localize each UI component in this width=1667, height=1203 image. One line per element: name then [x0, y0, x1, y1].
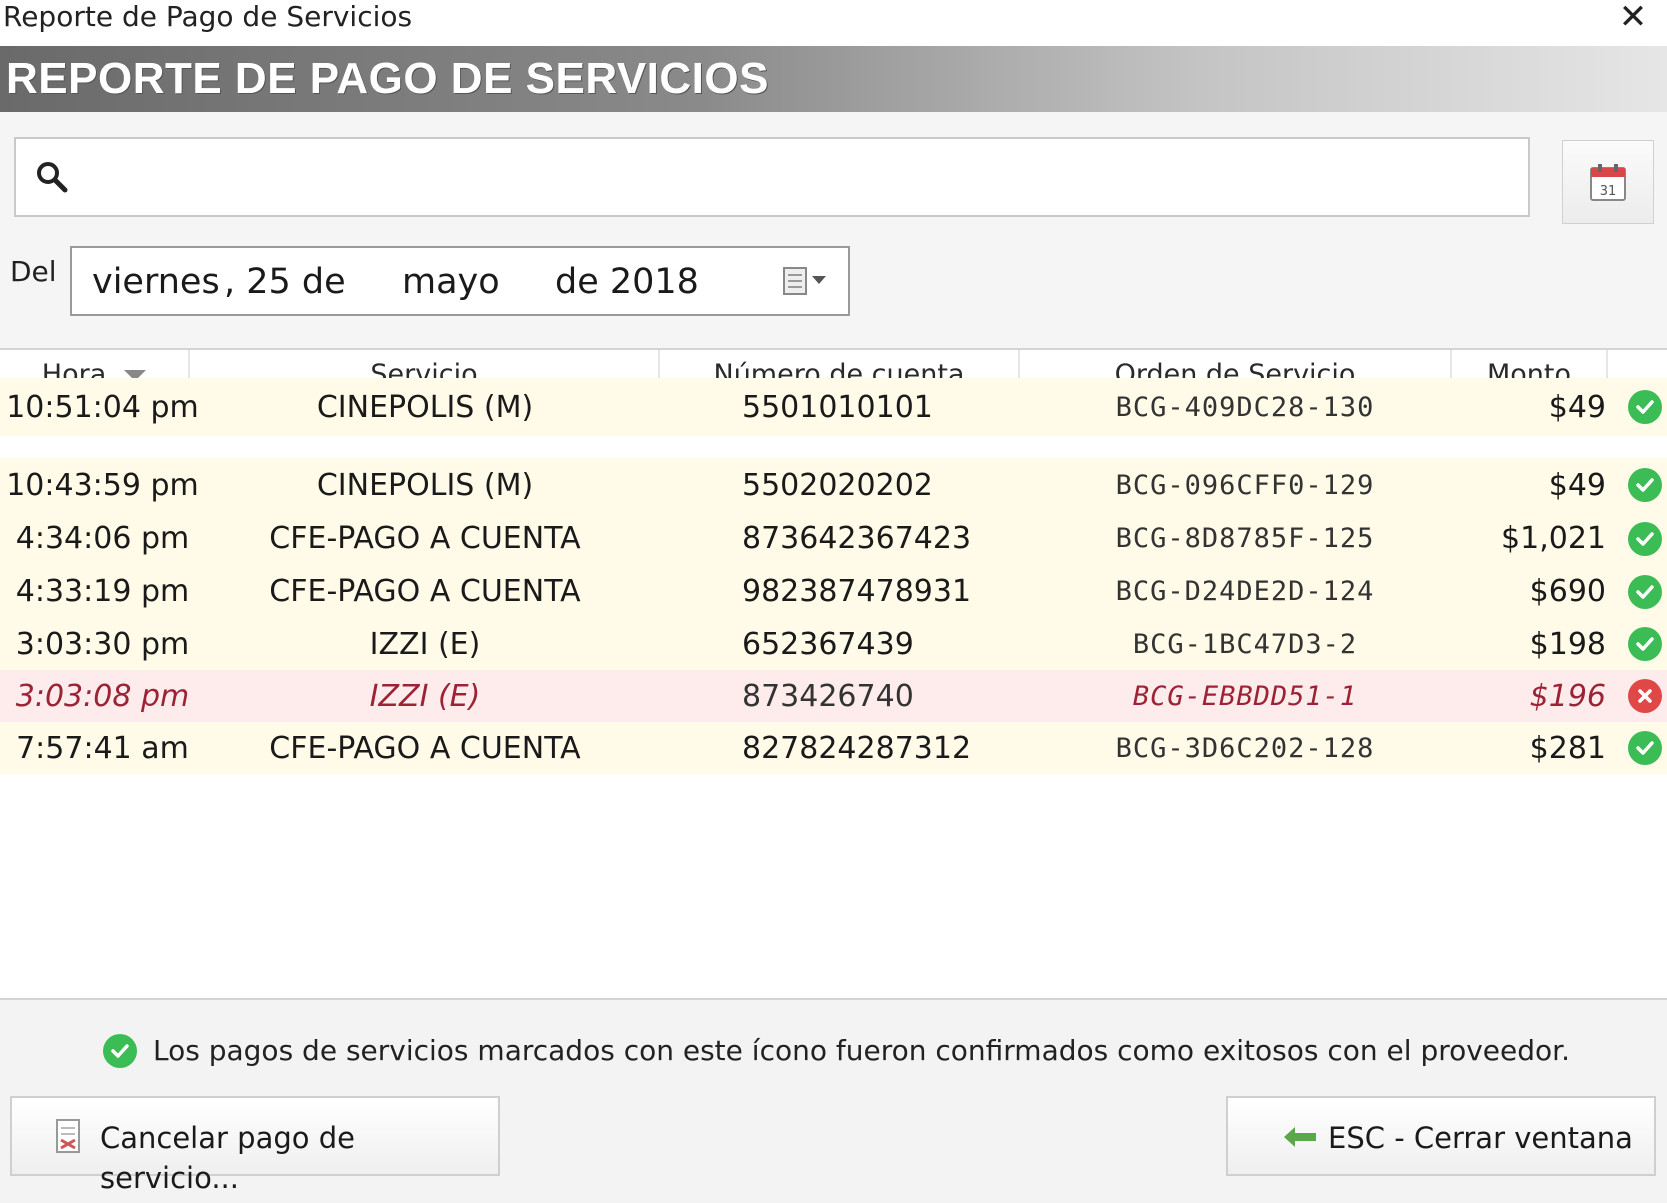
cell-cuenta: 982387478931: [742, 574, 972, 609]
cell-orden: BCG-096CFF0-129: [1115, 469, 1375, 501]
date-day[interactable]: , 25 de: [224, 260, 346, 304]
check-circle-icon: [103, 1034, 137, 1068]
cell-hora: 7:57:41 am: [16, 730, 189, 766]
close-window-button[interactable]: ESC - Cerrar ventana: [1226, 1096, 1656, 1176]
date-weekday[interactable]: viernes: [92, 260, 220, 304]
calendar-dropdown-icon[interactable]: [782, 262, 842, 302]
cell-servicio: CINEPOLIS (M): [316, 467, 534, 503]
cell-orden: BCG-D24DE2D-124: [1115, 576, 1375, 607]
cell-orden: BCG-EBBDD51-1: [1132, 680, 1358, 712]
report-title: REPORTE DE PAGO DE SERVICIOS: [6, 54, 769, 103]
cell-monto: $49: [1548, 389, 1606, 425]
filter-area: 31 Del viernes , 25 de mayo de 2018: [0, 112, 1667, 348]
cell-cuenta: 5502020202: [742, 467, 933, 503]
check-circle-icon: [1628, 731, 1662, 765]
cell-hora: 10:51:04 pm: [6, 389, 199, 425]
cell-hora: 10:43:59 pm: [6, 467, 199, 503]
table-row[interactable]: 3:03:08 pm IZZI (E) 873426740 BCG-EBBDD51-1…: [0, 670, 1667, 722]
close-window-label: ESC - Cerrar ventana: [1328, 1121, 1633, 1155]
table-row[interactable]: 3:03:30 pm IZZI (E) 652367439 BCG-1BC47D3-2…: [0, 618, 1667, 670]
cell-cuenta: 873642367423: [742, 521, 972, 556]
date-picker[interactable]: viernes , 25 de mayo de 2018: [70, 246, 850, 316]
search-input[interactable]: [86, 151, 1510, 205]
cell-hora: 4:33:19 pm: [15, 574, 190, 609]
check-circle-icon: [1628, 627, 1662, 661]
date-from-label: Del: [10, 255, 57, 288]
check-circle-icon: [1628, 468, 1662, 502]
cell-orden: BCG-3D6C202-128: [1115, 732, 1375, 764]
date-month[interactable]: mayo: [402, 260, 500, 304]
calendar-icon: 31: [1590, 164, 1626, 201]
search-icon: [37, 162, 68, 193]
cell-orden: BCG-1BC47D3-2: [1132, 628, 1358, 660]
footer: Los pagos de servicios marcados con este…: [0, 998, 1667, 1203]
cell-hora: 4:34:06 pm: [15, 521, 190, 556]
cell-cuenta: 5501010101: [742, 389, 933, 425]
window-title: Reporte de Pago de Servicios: [3, 0, 413, 33]
report-banner: REPORTE DE PAGO DE SERVICIOS: [0, 46, 1667, 112]
x-circle-icon: [1628, 679, 1662, 713]
cell-hora: 3:03:08 pm: [15, 678, 190, 714]
cell-servicio: IZZI (E): [369, 626, 481, 662]
table-row[interactable]: 4:34:06 pm CFE-PAGO A CUENTA 873642367423 B…: [0, 512, 1667, 565]
check-circle-icon: [1628, 521, 1662, 556]
cell-hora: 3:03:30 pm: [15, 626, 190, 662]
cell-monto: $196: [1529, 678, 1606, 714]
table-row[interactable]: 7:57:41 am CFE-PAGO A CUENTA 827824287312 B…: [0, 722, 1667, 774]
window-titlebar: Reporte de Pago de Servicios ✕: [0, 0, 1667, 46]
cancel-payment-label: Cancelar pago de servicio...: [100, 1121, 355, 1195]
cell-cuenta: 652367439: [742, 626, 914, 662]
arrow-left-icon: [1284, 1127, 1316, 1147]
cell-servicio: CINEPOLIS (M): [316, 389, 534, 425]
payments-table: Hora Servicio Número de cuenta Orden de …: [0, 348, 1667, 1000]
table-row[interactable]: 10:43:59 pm CINEPOLIS (M) 5502020202 BCG-09…: [0, 458, 1667, 512]
document-icon: [56, 1119, 80, 1153]
search-box[interactable]: [14, 137, 1530, 217]
table-row[interactable]: 10:51:04 pm CINEPOLIS (M) 5501010101 BCG-40…: [0, 378, 1667, 436]
cell-monto: $49: [1548, 467, 1606, 503]
table-row[interactable]: 4:33:19 pm CFE-PAGO A CUENTA 982387478931 B…: [0, 565, 1667, 618]
date-year[interactable]: de 2018: [555, 260, 699, 304]
cell-servicio: CFE-PAGO A CUENTA: [269, 574, 581, 609]
legend-text: Los pagos de servicios marcados con este…: [153, 1034, 1571, 1067]
cell-monto: $281: [1529, 730, 1606, 766]
calendar-button[interactable]: 31: [1562, 140, 1654, 224]
cell-monto: $198: [1529, 626, 1606, 662]
cell-cuenta: 873426740: [742, 678, 914, 714]
check-circle-icon: [1628, 574, 1662, 609]
cell-cuenta: 827824287312: [742, 730, 972, 766]
cell-monto: $690: [1529, 574, 1606, 609]
close-icon[interactable]: ✕: [1613, 0, 1653, 36]
cell-servicio: CFE-PAGO A CUENTA: [269, 730, 581, 766]
cancel-payment-button[interactable]: Cancelar pago de servicio...: [10, 1096, 500, 1195]
cell-servicio: CFE-PAGO A CUENTA: [269, 521, 581, 556]
cell-monto: $1,021: [1501, 521, 1606, 556]
cell-orden: BCG-8D8785F-125: [1115, 523, 1375, 554]
cell-servicio: IZZI (E): [369, 678, 481, 714]
cell-orden: BCG-409DC28-130: [1115, 391, 1375, 423]
svg-text:31: 31: [1600, 184, 1617, 199]
check-circle-icon: [1628, 390, 1662, 424]
